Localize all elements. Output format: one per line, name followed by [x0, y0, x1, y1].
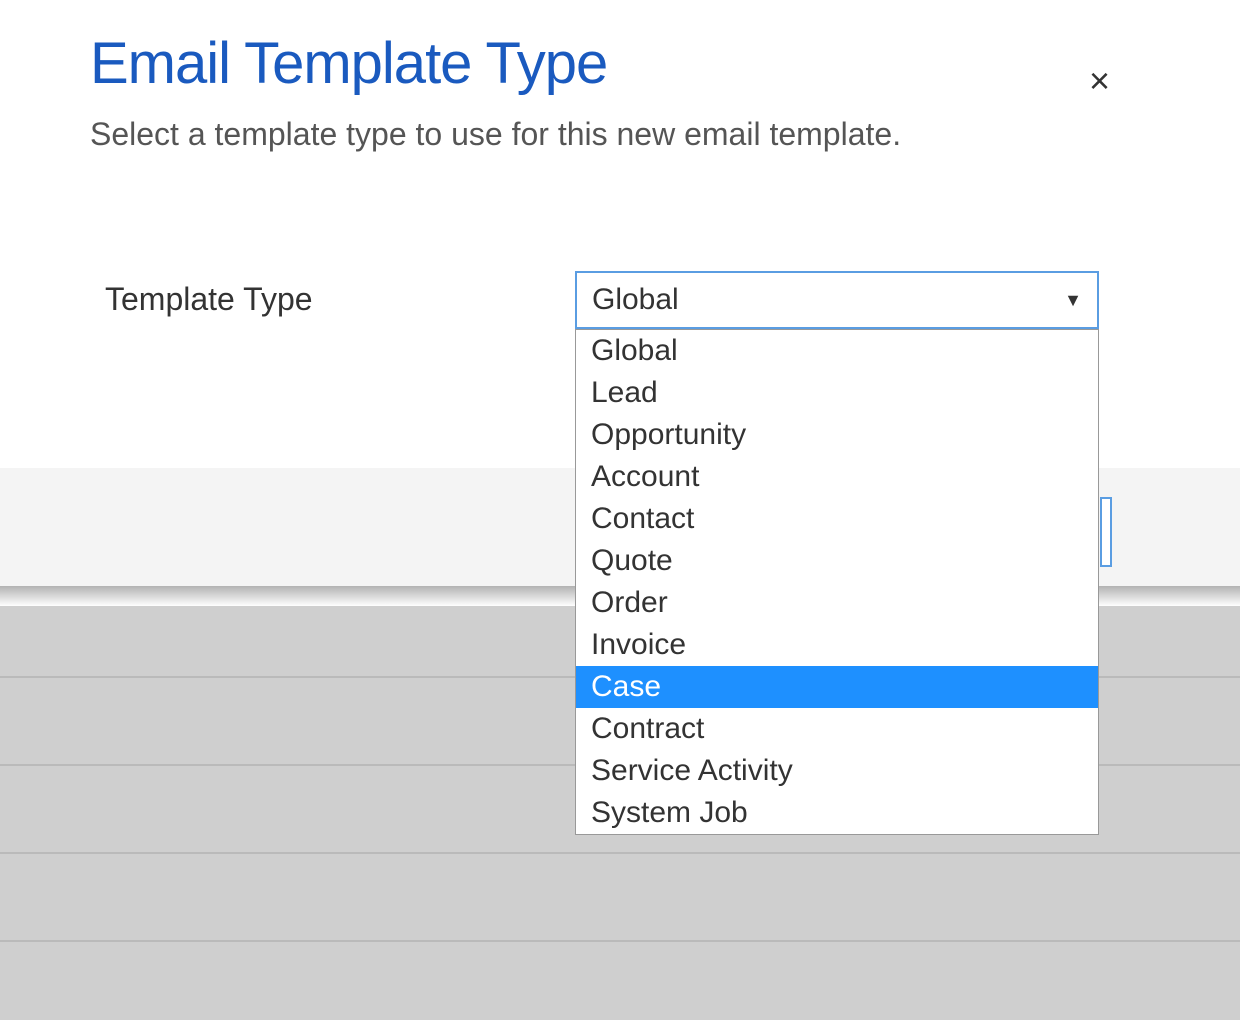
grid-line — [0, 852, 1240, 854]
chevron-down-icon: ▼ — [1064, 290, 1082, 311]
dropdown-option[interactable]: System Job — [576, 792, 1098, 834]
dropdown-option[interactable]: Invoice — [576, 624, 1098, 666]
dropdown-option[interactable]: Quote — [576, 540, 1098, 582]
template-type-selected-value: Global — [592, 283, 679, 317]
template-type-label: Template Type — [105, 271, 575, 318]
template-type-select-wrapper: Global ▼ GlobalLeadOpportunityAccountCon… — [575, 271, 1099, 329]
dropdown-option[interactable]: Service Activity — [576, 750, 1098, 792]
email-template-type-dialog: Email Template Type × Select a template … — [0, 0, 1240, 369]
dropdown-option[interactable]: Lead — [576, 372, 1098, 414]
dropdown-option[interactable]: Global — [576, 330, 1098, 372]
dropdown-option[interactable]: Case — [576, 666, 1098, 708]
template-type-dropdown: GlobalLeadOpportunityAccountContactQuote… — [575, 329, 1099, 835]
dialog-header: Email Template Type × Select a template … — [0, 0, 1240, 161]
close-button[interactable]: × — [1089, 60, 1110, 102]
footer-button-edge[interactable] — [1100, 497, 1112, 567]
dropdown-option[interactable]: Account — [576, 456, 1098, 498]
template-type-row: Template Type Global ▼ GlobalLeadOpportu… — [105, 271, 1150, 329]
dropdown-option[interactable]: Contract — [576, 708, 1098, 750]
grid-line — [0, 940, 1240, 942]
dropdown-option[interactable]: Order — [576, 582, 1098, 624]
dropdown-option[interactable]: Opportunity — [576, 414, 1098, 456]
close-icon: × — [1089, 60, 1110, 101]
dialog-subtitle: Select a template type to use for this n… — [90, 107, 1150, 161]
template-type-select[interactable]: Global ▼ — [575, 271, 1099, 329]
dropdown-option[interactable]: Contact — [576, 498, 1098, 540]
dialog-title: Email Template Type — [90, 30, 1150, 97]
form-area: Template Type Global ▼ GlobalLeadOpportu… — [0, 161, 1240, 369]
